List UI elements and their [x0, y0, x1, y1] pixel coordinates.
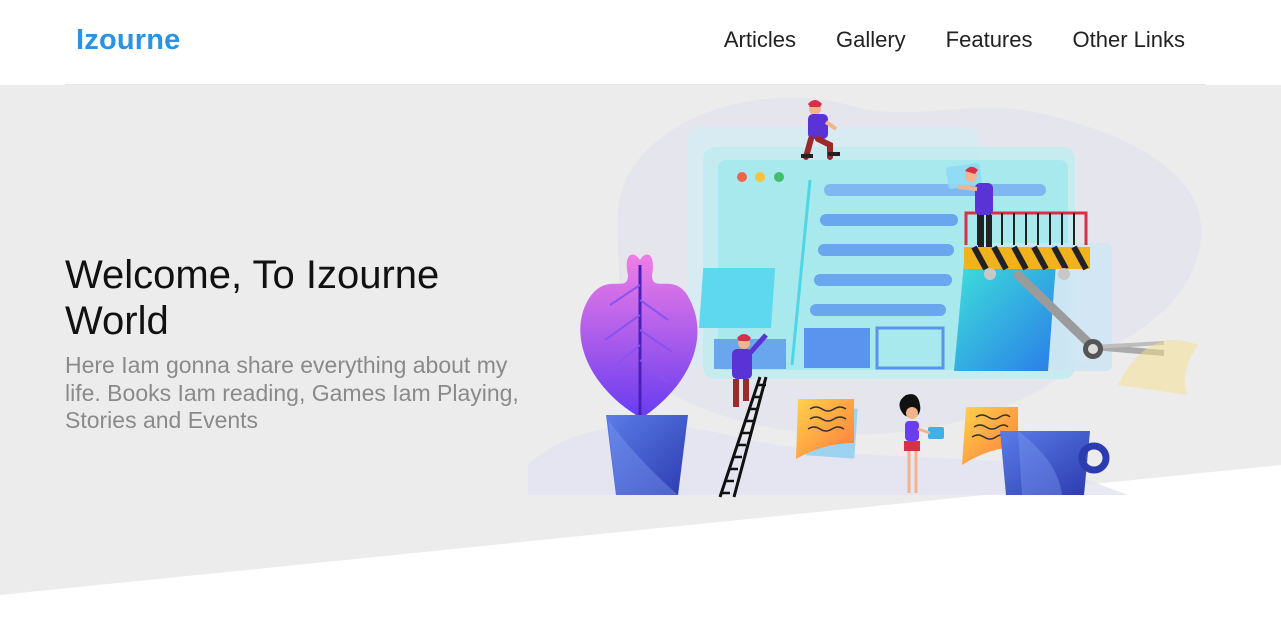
nav-links: Articles Gallery Features Other Links [684, 27, 1185, 53]
hero-subtitle: Here Iam gonna share everything about my… [65, 352, 519, 433]
sticky-note-left [796, 399, 858, 459]
hero-title: Welcome, To Izourne World [65, 253, 440, 343]
nav-link-gallery[interactable]: Gallery [836, 27, 906, 53]
window-minimize-dot-icon [755, 172, 765, 182]
window-maximize-dot-icon [774, 172, 784, 182]
nav-link-other-links[interactable]: Other Links [1073, 27, 1186, 53]
window-close-dot-icon [737, 172, 747, 182]
nav-link-features[interactable]: Features [946, 27, 1033, 53]
navbar: Izourne Articles Gallery Features Other … [0, 0, 1281, 84]
brand-logo[interactable]: Izourne [76, 24, 181, 57]
web-development-illustration [528, 97, 1202, 498]
nav-link-articles[interactable]: Articles [724, 27, 796, 53]
